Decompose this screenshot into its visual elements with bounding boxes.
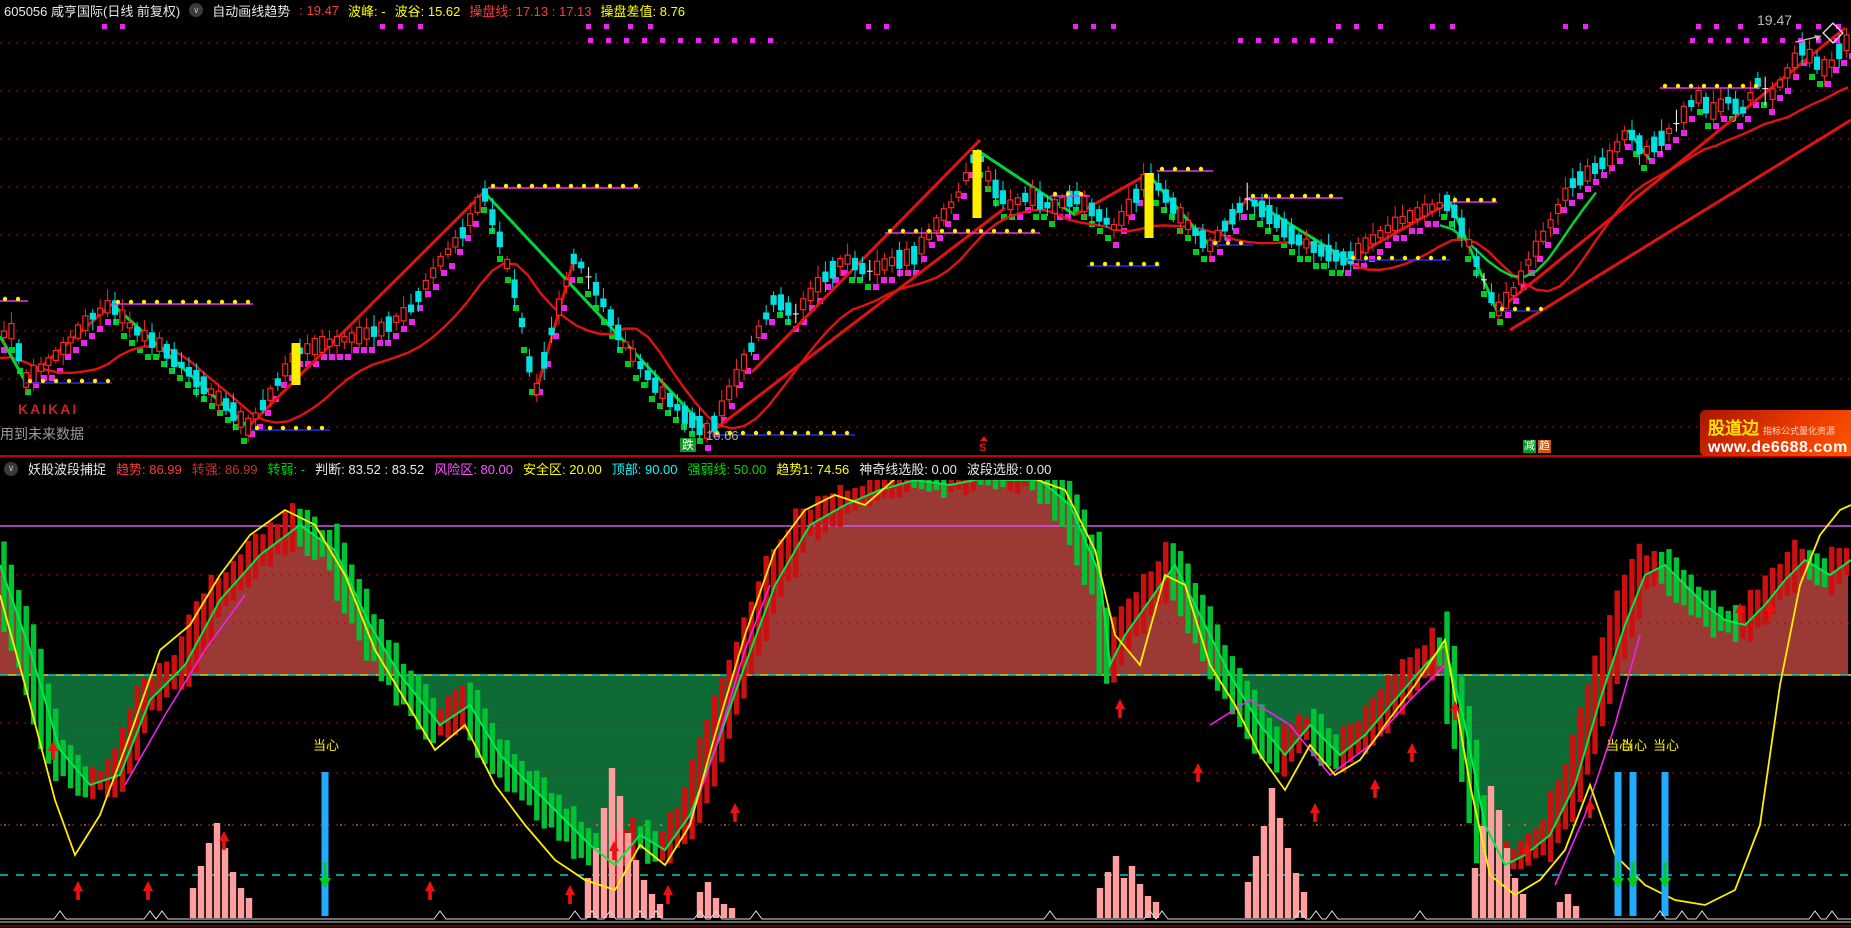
main-chart-canvas bbox=[0, 20, 1851, 455]
caution-label: 当心 bbox=[1653, 738, 1679, 753]
caution-label: 当心 bbox=[1621, 738, 1647, 753]
chart-header-bar: 605056 咸亨国际(日线 前复权) ∨ 自动画线趋势 : 19.47 波峰:… bbox=[0, 0, 1851, 20]
judge-value: 判断: 83.52 : 83.52 bbox=[315, 459, 424, 478]
trend-lines bbox=[0, 28, 1851, 433]
trend-value: 趋势: 86.99 bbox=[116, 459, 182, 478]
chevron-down-icon[interactable]: ∨ bbox=[4, 462, 18, 476]
op-line-value: 操盘线: 17.13 : 17.13 bbox=[469, 1, 591, 20]
candles bbox=[2, 28, 1850, 443]
volume-bars bbox=[190, 768, 1579, 918]
trend-step-squares bbox=[1, 53, 1851, 451]
watermark-url: www.de6688.com bbox=[1708, 439, 1845, 457]
low-price-label: 10.66 bbox=[706, 429, 739, 442]
sell-arrow-icon bbox=[980, 436, 988, 441]
reduce-signal-tag: 减 bbox=[1523, 440, 1536, 453]
kaikai-watermark-text: KAIKAI bbox=[18, 402, 78, 416]
oscillator-header-bar: ∨ 妖股波段捕捉 趋势: 86.99 转强: 86.99 转弱: - 判断: 8… bbox=[0, 455, 1851, 480]
watermark-banner: 股道边 指标公式量化资源 www.de6688.com bbox=[1700, 410, 1851, 456]
oscillator-panel-canvas: 当心当心当心当心 bbox=[0, 478, 1851, 928]
highlight-bars bbox=[292, 150, 1154, 385]
strength-line-value: 强弱线: 50.00 bbox=[688, 459, 767, 478]
wave-peak-value: 波峰: - bbox=[348, 1, 386, 20]
caution-label: 当心 bbox=[313, 738, 339, 753]
trading-app-screen: 605056 咸亨国际(日线 前复权) ∨ 自动画线趋势 : 19.47 波峰:… bbox=[0, 0, 1851, 928]
sell-signal-label: S bbox=[979, 443, 986, 454]
trend-signal-tag: 趋 bbox=[1538, 440, 1551, 453]
turn-weak-value: 转弱: - bbox=[268, 459, 306, 478]
signal-dot-rows bbox=[102, 24, 1841, 43]
wave-trough-value: 波谷: 15.62 bbox=[395, 1, 461, 20]
chevron-down-icon[interactable]: ∨ bbox=[189, 3, 203, 17]
risk-zone-value: 风险区: 80.00 bbox=[434, 459, 513, 478]
main-indicator-name[interactable]: 自动画线趋势 bbox=[212, 1, 290, 20]
stock-title: 605056 咸亨国际(日线 前复权) bbox=[4, 1, 180, 20]
future-data-warning-text: 用到未来数据 bbox=[0, 427, 84, 441]
op-diff-value: 操盘差值: 8.76 bbox=[601, 1, 686, 20]
main-indicator-value: : 19.47 bbox=[299, 3, 339, 18]
watermark-line1: 股道边 指标公式量化资源 bbox=[1708, 414, 1845, 439]
top-level-value: 顶部: 90.00 bbox=[612, 459, 678, 478]
watermark-tagline: 指标公式量化资源 bbox=[1763, 424, 1835, 437]
oscillator-name[interactable]: 妖股波段捕捉 bbox=[28, 459, 106, 478]
turn-strong-value: 转强: 86.99 bbox=[192, 459, 258, 478]
drop-signal-tag: 跌 bbox=[680, 438, 696, 452]
magic-line-select-value: 神奇线选股: 0.00 bbox=[859, 459, 957, 478]
safe-zone-value: 安全区: 20.00 bbox=[523, 459, 602, 478]
band-select-value: 波段选股: 0.00 bbox=[967, 459, 1052, 478]
main-gridlines bbox=[0, 43, 1851, 427]
trend1-value: 趋势1: 74.56 bbox=[776, 459, 849, 478]
watermark-brand: 股道边 bbox=[1708, 414, 1759, 439]
